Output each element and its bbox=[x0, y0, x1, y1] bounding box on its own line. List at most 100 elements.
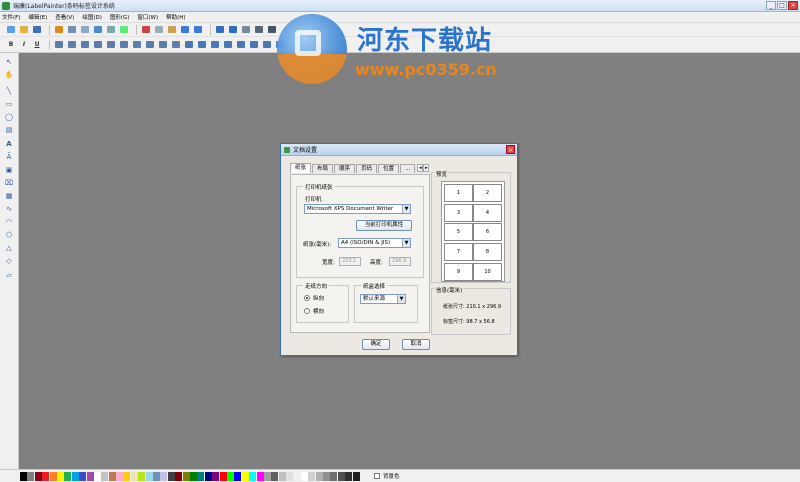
curve-tool-icon[interactable]: ∿ bbox=[4, 204, 14, 214]
send-back-icon[interactable] bbox=[197, 40, 207, 50]
ungroup-icon[interactable] bbox=[223, 40, 233, 50]
distribute-h-icon[interactable] bbox=[158, 40, 168, 50]
tab-paper[interactable]: 纸张 bbox=[290, 163, 312, 173]
paper-tray-select[interactable]: 默认来源 ▼ bbox=[360, 294, 406, 304]
menu-draw[interactable]: 绘图(D) bbox=[82, 13, 102, 21]
color-swatch[interactable] bbox=[93, 471, 101, 481]
text-box-tool-icon[interactable]: ▤ bbox=[4, 125, 14, 135]
copy-icon[interactable] bbox=[154, 25, 164, 35]
color-swatch[interactable] bbox=[138, 471, 146, 481]
new-icon[interactable] bbox=[6, 25, 16, 35]
align-center-icon[interactable] bbox=[67, 40, 77, 50]
underline-button[interactable]: U bbox=[32, 40, 42, 50]
menu-edit[interactable]: 编辑(E) bbox=[28, 13, 47, 21]
color-swatch[interactable] bbox=[79, 471, 87, 481]
tab-scroll-right-icon[interactable]: ▸ bbox=[423, 164, 430, 172]
ok-button[interactable]: 确定 bbox=[362, 339, 390, 350]
color-swatch[interactable] bbox=[212, 471, 220, 481]
align-top-icon[interactable] bbox=[93, 40, 103, 50]
color-swatch[interactable] bbox=[116, 471, 124, 481]
flip-icon[interactable] bbox=[249, 40, 259, 50]
qrcode-tool-icon[interactable]: ▦ bbox=[4, 191, 14, 201]
background-color-checkbox[interactable] bbox=[373, 473, 380, 479]
calculator-icon[interactable] bbox=[119, 25, 129, 35]
color-swatch[interactable] bbox=[27, 471, 35, 481]
align-right-icon[interactable] bbox=[80, 40, 90, 50]
maximize-button[interactable]: □ bbox=[777, 1, 787, 10]
redo-icon[interactable] bbox=[193, 25, 203, 35]
color-swatch[interactable] bbox=[71, 471, 79, 481]
color-swatch[interactable] bbox=[263, 471, 271, 481]
color-swatch[interactable] bbox=[241, 471, 249, 481]
rotated-text-tool-icon[interactable]: Ā bbox=[4, 152, 14, 162]
minimize-button[interactable]: _ bbox=[766, 1, 776, 10]
parallelogram-tool-icon[interactable]: ▱ bbox=[4, 270, 14, 280]
color-swatch[interactable] bbox=[271, 471, 279, 481]
arc-tool-icon[interactable]: ◠ bbox=[4, 217, 14, 227]
color-swatch[interactable] bbox=[167, 471, 175, 481]
color-swatch[interactable] bbox=[219, 471, 227, 481]
color-swatch[interactable] bbox=[145, 471, 153, 481]
distribute-v-icon[interactable] bbox=[171, 40, 181, 50]
align-middle-icon[interactable] bbox=[106, 40, 116, 50]
pointer-tool-icon[interactable]: ↖ bbox=[4, 57, 14, 67]
grid-icon[interactable] bbox=[241, 25, 251, 35]
bring-front-icon[interactable] bbox=[184, 40, 194, 50]
cancel-button[interactable]: 取消 bbox=[402, 339, 430, 350]
rectangle-tool-icon[interactable]: ▭ bbox=[4, 99, 14, 109]
dialog-close-button[interactable]: × bbox=[506, 145, 515, 154]
height-field[interactable]: 296.9 bbox=[389, 257, 411, 266]
tab-more[interactable]: ... bbox=[400, 164, 416, 173]
line-tool-icon[interactable]: ╲ bbox=[4, 86, 14, 96]
menu-shape[interactable]: 图形(G) bbox=[110, 13, 130, 21]
color-swatch[interactable] bbox=[256, 471, 264, 481]
color-swatch[interactable] bbox=[352, 471, 360, 481]
color-swatch[interactable] bbox=[86, 471, 94, 481]
color-swatch[interactable] bbox=[108, 471, 116, 481]
paste-icon[interactable] bbox=[167, 25, 177, 35]
chevron-down-icon[interactable]: ▼ bbox=[397, 295, 405, 303]
color-swatch[interactable] bbox=[249, 471, 257, 481]
color-swatch[interactable] bbox=[49, 471, 57, 481]
color-swatch[interactable] bbox=[330, 471, 338, 481]
paper-size-select[interactable]: A4 (ISO/DIN & JIS) ▼ bbox=[338, 238, 411, 248]
color-swatch[interactable] bbox=[278, 471, 286, 481]
print-setup-icon[interactable] bbox=[54, 25, 64, 35]
align-left-icon[interactable] bbox=[54, 40, 64, 50]
rotate-icon[interactable] bbox=[236, 40, 246, 50]
color-swatch[interactable] bbox=[42, 471, 50, 481]
open-icon[interactable] bbox=[19, 25, 29, 35]
snap-icon[interactable] bbox=[254, 25, 264, 35]
color-swatch[interactable] bbox=[300, 471, 308, 481]
color-swatch[interactable] bbox=[20, 471, 27, 481]
menu-window[interactable]: 窗口(W) bbox=[137, 13, 158, 21]
color-swatch[interactable] bbox=[234, 471, 242, 481]
chevron-down-icon[interactable]: ▼ bbox=[402, 239, 410, 247]
zoom-in-icon[interactable] bbox=[215, 25, 225, 35]
tab-layout[interactable]: 布局 bbox=[312, 164, 334, 173]
color-swatch[interactable] bbox=[323, 471, 331, 481]
width-field[interactable]: 210.1 bbox=[339, 257, 361, 266]
pan-tool-icon[interactable]: ✋ bbox=[4, 70, 14, 80]
tab-position[interactable]: 位置 bbox=[378, 164, 400, 173]
color-swatch[interactable] bbox=[308, 471, 316, 481]
text-tool-icon[interactable]: A bbox=[4, 139, 14, 149]
italic-button[interactable]: I bbox=[19, 40, 29, 50]
color-swatch[interactable] bbox=[286, 471, 294, 481]
color-swatch[interactable] bbox=[34, 471, 42, 481]
print-icon[interactable] bbox=[67, 25, 77, 35]
calendar-icon[interactable] bbox=[106, 25, 116, 35]
color-swatch[interactable] bbox=[123, 471, 131, 481]
lock-icon[interactable] bbox=[262, 40, 272, 50]
color-swatch[interactable] bbox=[293, 471, 301, 481]
group-icon[interactable] bbox=[210, 40, 220, 50]
same-height-icon[interactable] bbox=[145, 40, 155, 50]
color-swatch[interactable] bbox=[182, 471, 190, 481]
cut-icon[interactable] bbox=[141, 25, 151, 35]
same-width-icon[interactable] bbox=[132, 40, 142, 50]
color-swatch[interactable] bbox=[101, 471, 109, 481]
color-swatch[interactable] bbox=[337, 471, 345, 481]
tab-page-number[interactable]: 页码 bbox=[356, 164, 378, 173]
undo-icon[interactable] bbox=[180, 25, 190, 35]
menu-help[interactable]: 帮助(H) bbox=[166, 13, 185, 21]
